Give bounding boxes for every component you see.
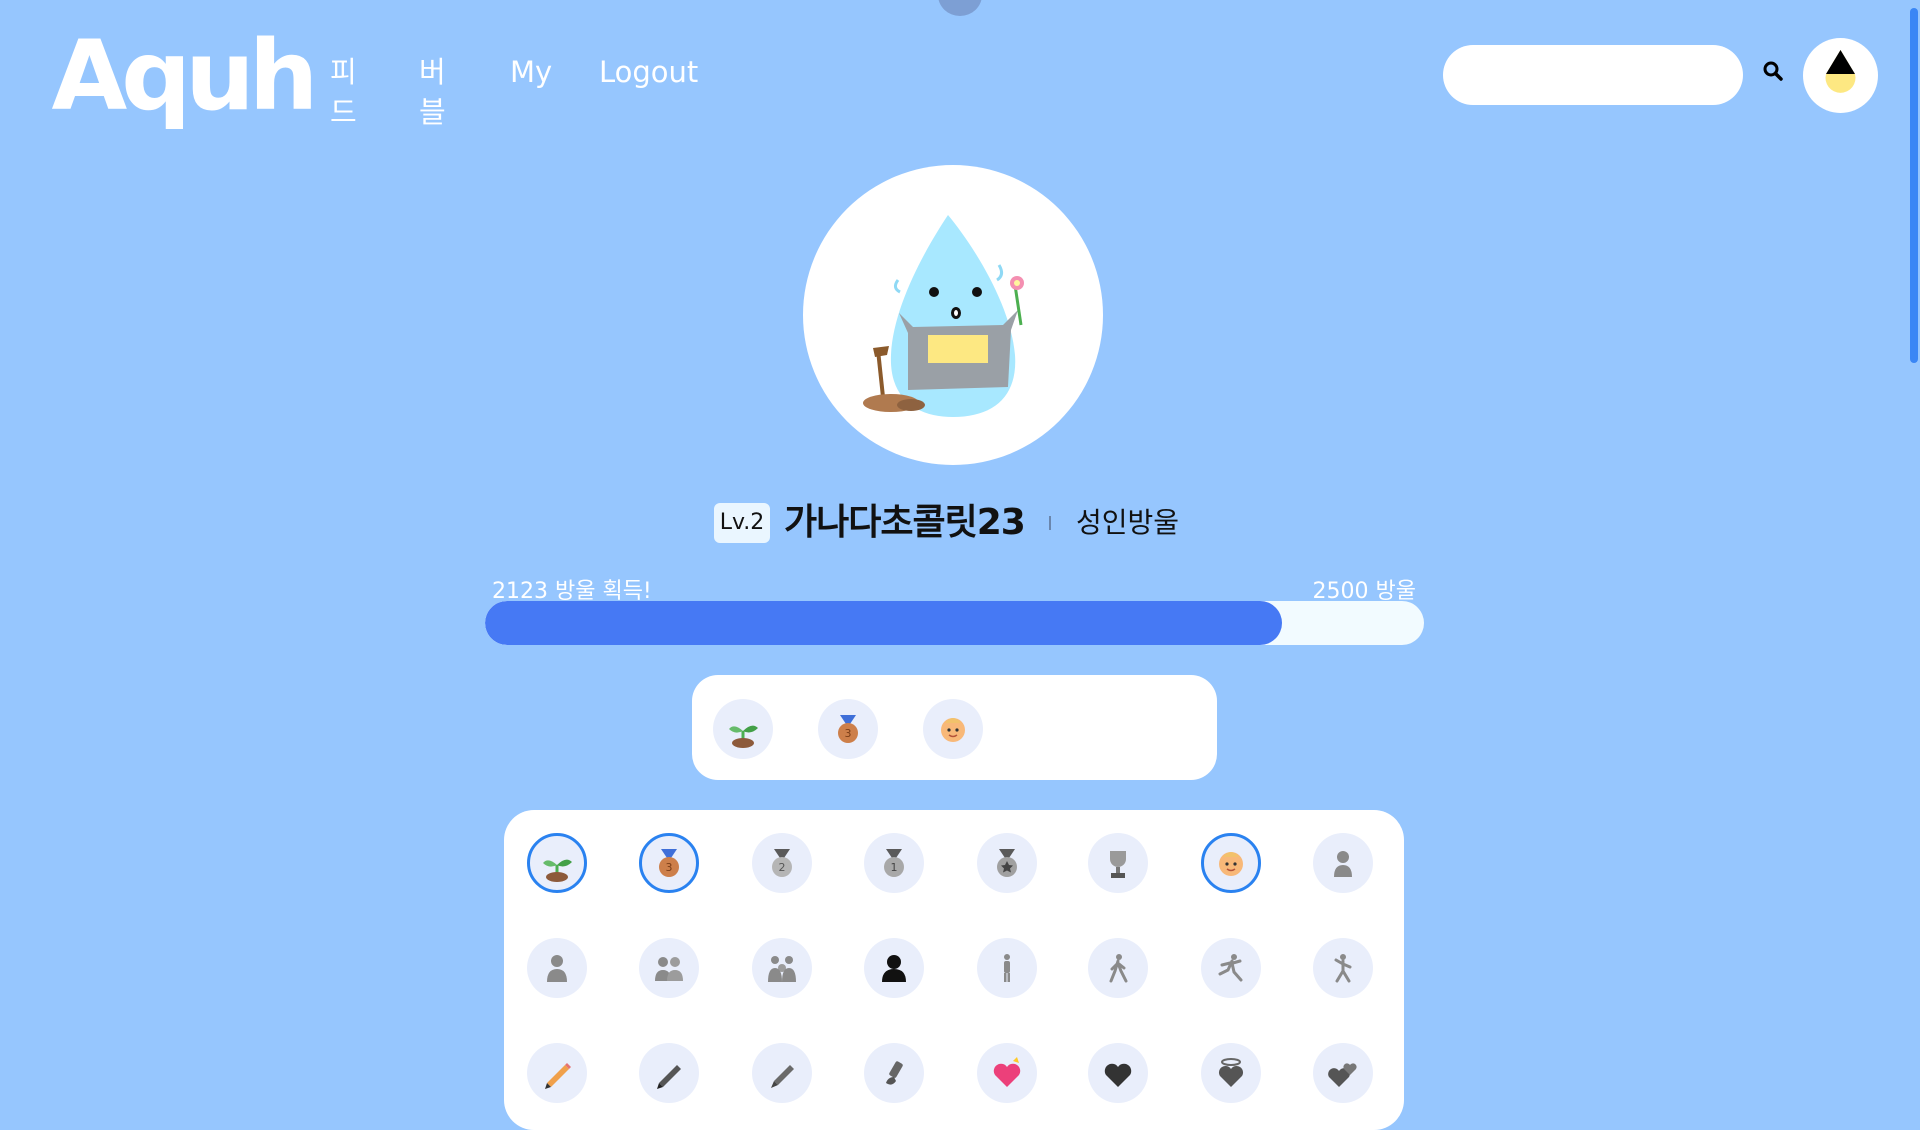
heart-ribbon-badge-icon [993, 1057, 1021, 1087]
aquh-logo[interactable]: Aquh [52, 28, 319, 124]
badge-slot[interactable] [527, 833, 587, 893]
standing-person-badge-icon [1004, 954, 1010, 982]
water-drop-avatar-icon [1825, 50, 1856, 93]
silhouette-badge-icon [882, 955, 906, 982]
svg-text:3: 3 [845, 727, 852, 740]
pencil-badge-icon [545, 1063, 571, 1089]
experience-progress-bar [485, 601, 1424, 645]
search-input[interactable] [1443, 45, 1743, 105]
star-medal-badge-icon [997, 849, 1017, 877]
profile-character-image [803, 165, 1103, 465]
badge-slot[interactable] [752, 1043, 812, 1103]
name-divider [1049, 516, 1051, 530]
selected-badge-slot[interactable]: 3 [818, 699, 878, 759]
badge-slot[interactable] [864, 1043, 924, 1103]
search-icon[interactable] [1762, 60, 1784, 82]
badge-slot[interactable]: 1 [864, 833, 924, 893]
badge-slot[interactable] [1088, 1043, 1148, 1103]
brush-badge-icon [886, 1061, 903, 1085]
badge-slot[interactable] [1088, 833, 1148, 893]
badge-slot[interactable] [977, 1043, 1037, 1103]
bronze-medal-badge-icon: 3 [838, 715, 858, 743]
heart-halo-badge-icon [1218, 1058, 1244, 1087]
family-badge-icon [768, 956, 796, 982]
badge-slot[interactable] [977, 833, 1037, 893]
baby-badge-icon [941, 718, 965, 742]
selected-badge-slot[interactable] [713, 699, 773, 759]
badge-slot[interactable] [864, 938, 924, 998]
badge-slot[interactable]: 2 [752, 833, 812, 893]
svg-text:2: 2 [779, 861, 786, 874]
child-badge-icon [1334, 851, 1352, 877]
nav-bubble[interactable]: 버블 [419, 52, 446, 132]
badge-slot[interactable] [1313, 833, 1373, 893]
baby-badge-icon [1219, 852, 1243, 876]
badge-slot[interactable] [1201, 938, 1261, 998]
nav-feed[interactable]: 피드 [330, 52, 357, 132]
scrollbar-thumb[interactable] [1910, 8, 1918, 363]
water-drop-character-icon [863, 215, 1024, 417]
badge-slot[interactable] [527, 938, 587, 998]
badge-slot[interactable] [1201, 833, 1261, 893]
badge-slot[interactable] [752, 938, 812, 998]
bronze-medal-badge-icon: 3 [659, 849, 679, 877]
profile-name-row: Lv.2 가나다초콜릿23 성인방울 [0, 500, 1908, 546]
badge-slot[interactable] [1201, 1043, 1261, 1103]
badge-slot[interactable] [1313, 1043, 1373, 1103]
top-handle [938, 0, 982, 16]
svg-text:1: 1 [891, 861, 898, 874]
user-avatar-button[interactable] [1803, 38, 1878, 113]
rank-title: 성인방울 [1076, 506, 1180, 539]
progress-fill [485, 601, 1283, 645]
nav-logout[interactable]: Logout [599, 52, 698, 92]
pen-badge-icon [657, 1065, 681, 1089]
badge-collection-panel: 3 2 1 [504, 810, 1404, 1130]
black-heart-badge-icon [1104, 1063, 1132, 1087]
level-badge: Lv.2 [714, 503, 770, 543]
svg-text:3: 3 [666, 861, 673, 874]
fountain-pen-badge-icon [771, 1065, 794, 1088]
badge-slot[interactable] [639, 938, 699, 998]
progress-labels: 2123 방울 획득! 2500 방울 [492, 573, 1416, 604]
selected-badges-panel: 3 [692, 675, 1217, 780]
badge-slot[interactable] [1088, 938, 1148, 998]
gold-medal-badge-icon: 1 [884, 849, 904, 877]
badge-slot[interactable]: 3 [639, 833, 699, 893]
two-people-badge-icon [655, 957, 683, 981]
climbing-person-badge-icon [1334, 954, 1352, 983]
badge-slot[interactable] [977, 938, 1037, 998]
walking-person-badge-icon [1109, 954, 1128, 983]
two-hearts-badge-icon [1328, 1063, 1357, 1087]
nav-my[interactable]: My [510, 52, 552, 92]
badge-slot[interactable] [527, 1043, 587, 1103]
nickname: 가나다초콜릿23 [784, 502, 1026, 543]
badge-slot[interactable] [639, 1043, 699, 1103]
seedling-badge-icon [543, 859, 572, 882]
running-person-badge-icon [1218, 954, 1243, 982]
person-badge-icon [547, 955, 567, 982]
silver-medal-badge-icon: 2 [772, 849, 792, 877]
seedling-badge-icon [729, 725, 758, 748]
badge-slot[interactable] [1313, 938, 1373, 998]
trophy-badge-icon [1110, 851, 1126, 878]
page-scrollbar[interactable] [1908, 0, 1920, 1080]
selected-badge-slot[interactable] [923, 699, 983, 759]
